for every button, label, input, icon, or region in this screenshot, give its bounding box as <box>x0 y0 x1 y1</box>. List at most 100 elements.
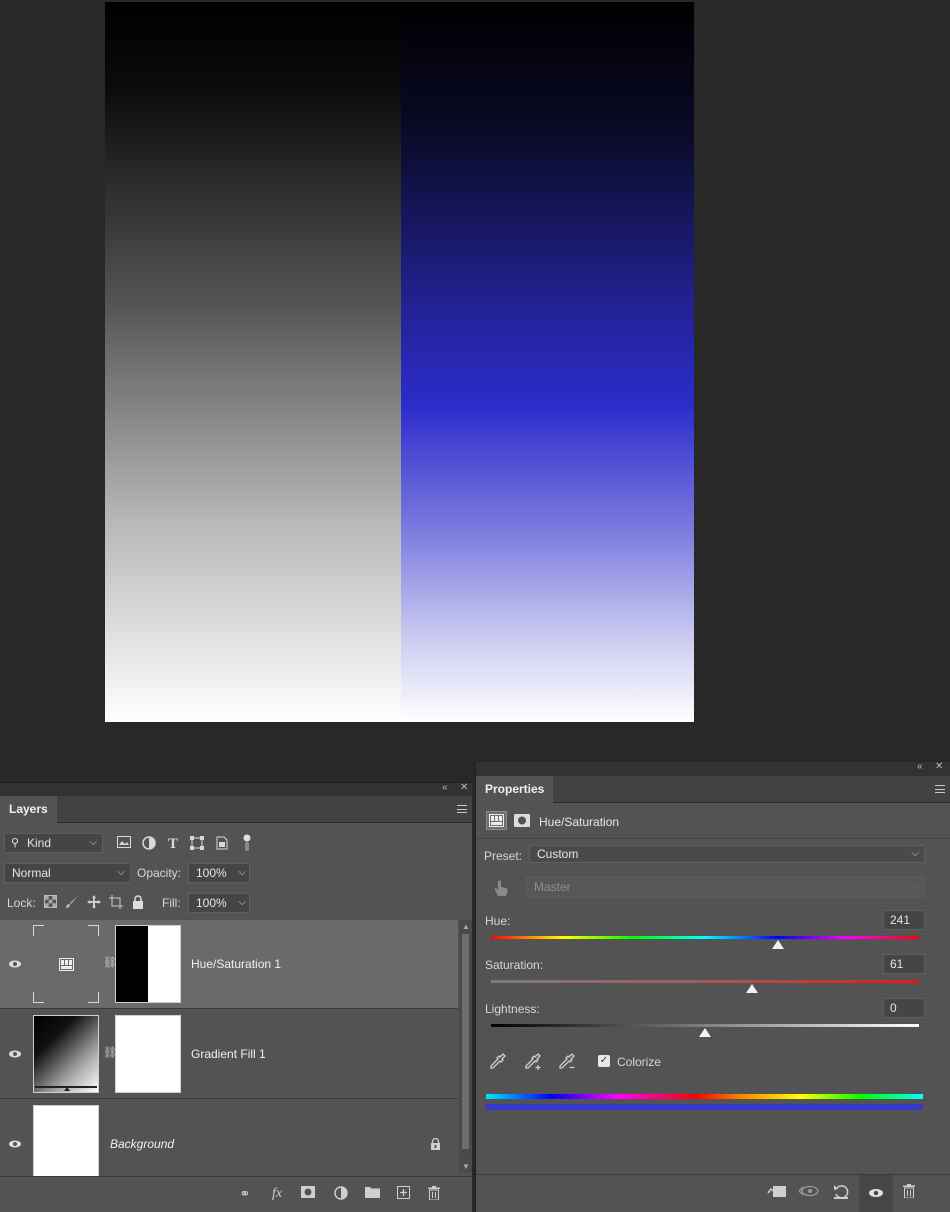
layer-name[interactable]: Background <box>110 1137 174 1151</box>
visibility-eye-icon[interactable] <box>8 958 22 970</box>
folder-icon[interactable] <box>364 1186 380 1202</box>
reset-icon[interactable] <box>833 1184 849 1200</box>
chevron-down-icon: ⌵ <box>911 881 919 892</box>
properties-footer <box>476 1174 950 1212</box>
pixel-layer-filter-icon[interactable] <box>116 836 132 852</box>
hue-slider-knob[interactable] <box>771 940 784 949</box>
visibility-toggle-button[interactable] <box>859 1175 893 1212</box>
lock-position-icon[interactable] <box>86 895 102 911</box>
new-layer-icon[interactable] <box>395 1186 411 1202</box>
channel-value: Master <box>534 880 571 894</box>
adjustment-layer-filter-icon[interactable] <box>141 836 157 852</box>
filter-kind-label: Kind <box>27 836 52 850</box>
layers-panel-topbar: « ✕ <box>0 782 472 796</box>
hue-slider-track[interactable] <box>491 936 919 939</box>
collapse-panel-icon[interactable]: « <box>917 761 923 772</box>
blend-mode-dropdown[interactable]: Normal ⌵ <box>4 863 131 883</box>
lightness-slider-knob[interactable] <box>699 1028 711 1037</box>
targeted-adjustment-hand-icon[interactable] <box>491 878 511 898</box>
fill-value: 100% <box>196 896 227 910</box>
scrollbar-thumb[interactable] <box>462 934 469 1149</box>
layer-mask-thumbnail[interactable] <box>115 1015 181 1093</box>
hue-saturation-icon <box>59 958 74 971</box>
properties-panel-tabs: Properties <box>476 776 950 803</box>
opacity-label: Opacity: <box>137 866 182 880</box>
eyedropper-subtract-icon[interactable] <box>557 1051 577 1071</box>
panel-menu-icon[interactable] <box>457 805 467 813</box>
document-canvas[interactable] <box>105 2 694 722</box>
type-layer-filter-icon[interactable]: T <box>165 836 181 852</box>
visibility-eye-icon[interactable] <box>8 1048 22 1060</box>
layer-name[interactable]: Gradient Fill 1 <box>191 1047 266 1061</box>
hue-input[interactable]: 241 <box>883 910 925 930</box>
link-layers-icon[interactable]: ⚭ <box>237 1186 253 1202</box>
colorize-checkbox[interactable]: ✓ <box>598 1055 610 1067</box>
view-previous-state-icon[interactable] <box>798 1184 820 1200</box>
visibility-eye-icon[interactable] <box>8 1138 22 1150</box>
layers-footer: ⚭ fx <box>0 1176 472 1212</box>
close-panel-icon[interactable]: ✕ <box>460 782 468 793</box>
adjustment-name: Hue/Saturation <box>539 815 620 829</box>
eyedropper-icon[interactable] <box>488 1051 508 1071</box>
layers-panel: « ✕ Layers ⚲ Kind ⌵ T Normal ⌵ Opacity: … <box>0 782 472 1212</box>
eyedropper-row: ✓ Colorize <box>476 1051 950 1073</box>
clip-to-layer-icon[interactable] <box>767 1184 787 1200</box>
saturation-input[interactable]: 61 <box>883 954 925 974</box>
adjustment-thumbnail[interactable] <box>32 924 102 1004</box>
properties-panel: « ✕ Properties Hue/Saturation Preset: Cu… <box>475 761 950 1212</box>
hue-label: Hue: <box>485 914 511 928</box>
gradient-fill-thumbnail[interactable] <box>33 1015 99 1093</box>
lightness-input[interactable]: 0 <box>883 998 925 1018</box>
trash-icon[interactable] <box>426 1186 442 1202</box>
chevron-down-icon[interactable]: ⌵ <box>238 864 246 882</box>
layer-mask-thumbnail[interactable] <box>115 925 181 1003</box>
lock-artboard-icon[interactable] <box>108 895 124 911</box>
lock-row: Lock: Fill: 100% ⌵ <box>0 892 472 914</box>
panel-menu-icon[interactable] <box>935 785 945 793</box>
add-mask-icon[interactable] <box>300 1186 316 1202</box>
layer-row-gradient-fill[interactable]: ⛓ Gradient Fill 1 <box>0 1010 458 1099</box>
lock-icon <box>431 1138 440 1150</box>
close-panel-icon[interactable]: ✕ <box>935 761 943 772</box>
layer-row-background[interactable]: Background <box>0 1100 458 1177</box>
properties-panel-topbar: « ✕ <box>476 761 950 776</box>
fx-icon[interactable]: fx <box>269 1186 285 1202</box>
smart-object-filter-icon[interactable] <box>214 836 230 852</box>
preset-dropdown[interactable]: Custom ⌵ <box>529 845 925 863</box>
layer-name[interactable]: Hue/Saturation 1 <box>191 957 281 971</box>
fill-field[interactable]: 100% ⌵ <box>188 893 250 913</box>
chevron-down-icon[interactable]: ⌵ <box>238 894 246 912</box>
layer-row-hue-saturation[interactable]: ⛓ Hue/Saturation 1 <box>0 920 458 1009</box>
tab-properties[interactable]: Properties <box>476 776 554 803</box>
opacity-value: 100% <box>196 866 227 880</box>
saturation-slider-knob[interactable] <box>746 984 759 993</box>
colorize-label[interactable]: Colorize <box>617 1055 661 1069</box>
new-adjustment-icon[interactable] <box>333 1186 349 1202</box>
eyedropper-add-icon[interactable] <box>523 1051 543 1071</box>
trash-icon[interactable] <box>901 1184 917 1200</box>
mask-mode-icon[interactable] <box>512 811 533 830</box>
shape-layer-filter-icon[interactable] <box>189 836 205 852</box>
filter-toggle-icon[interactable] <box>239 834 255 851</box>
lightness-slider-track[interactable] <box>491 1024 919 1027</box>
channel-dropdown[interactable]: Master ⌵ <box>526 876 925 898</box>
layers-panel-tabs: Layers <box>0 796 472 823</box>
filter-kind-dropdown[interactable]: ⚲ Kind ⌵ <box>4 833 103 853</box>
tab-layers[interactable]: Layers <box>0 796 57 823</box>
hue-saturation-masked-region <box>401 2 694 722</box>
opacity-field[interactable]: 100% ⌵ <box>188 863 250 883</box>
lock-all-icon[interactable] <box>130 895 146 911</box>
lightness-label: Lightness: <box>485 1002 540 1016</box>
collapse-panel-icon[interactable]: « <box>442 782 448 793</box>
canvas-workspace[interactable] <box>0 0 950 762</box>
scroll-down-icon[interactable]: ▼ <box>462 1162 470 1171</box>
layers-scrollbar[interactable]: ▲ ▼ <box>459 920 472 1173</box>
scroll-up-icon[interactable]: ▲ <box>462 922 470 931</box>
channel-row: Master ⌵ <box>476 876 950 900</box>
adjustment-mode-icon[interactable] <box>486 811 507 830</box>
lock-transparent-pixels-icon[interactable] <box>42 895 58 911</box>
background-thumbnail[interactable] <box>33 1105 99 1177</box>
saturation-slider-track[interactable] <box>491 980 919 983</box>
visibility-eye-icon <box>869 1189 883 1197</box>
lock-image-pixels-icon[interactable] <box>64 895 80 911</box>
